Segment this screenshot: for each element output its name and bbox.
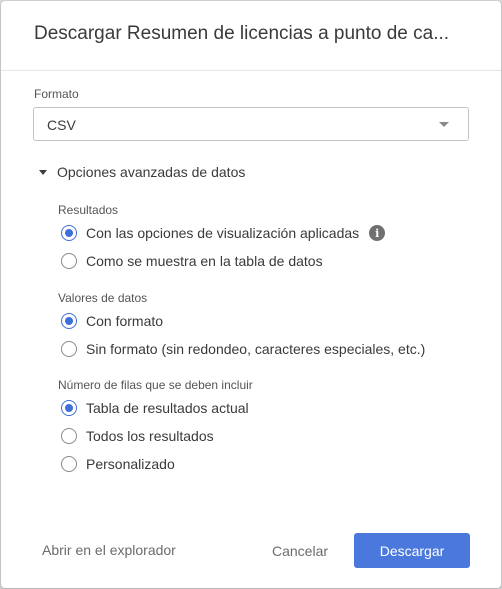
open-in-explorer-link[interactable]: Abrir en el explorador	[42, 542, 176, 558]
radio-button[interactable]	[61, 341, 77, 357]
radio-button[interactable]	[61, 456, 77, 472]
radio-label: Todos los resultados	[86, 428, 214, 444]
advanced-options-toggle[interactable]: Opciones avanzadas de datos	[39, 163, 245, 181]
radio-rows-current[interactable]: Tabla de resultados actual	[61, 399, 249, 417]
radio-button-checked[interactable]	[61, 313, 77, 329]
title-divider	[1, 70, 501, 71]
info-icon[interactable]: i	[369, 225, 386, 241]
rows-group-label: Número de filas que se deben incluir	[58, 378, 253, 392]
radio-label: Tabla de resultados actual	[86, 400, 249, 416]
radio-results-with-viz[interactable]: Con las opciones de visualización aplica…	[61, 224, 386, 242]
radio-label: Con las opciones de visualización aplica…	[86, 225, 360, 241]
advanced-options-label: Opciones avanzadas de datos	[57, 164, 246, 180]
radio-button[interactable]	[61, 428, 77, 444]
radio-label: Sin formato (sin redondeo, caracteres es…	[86, 341, 426, 357]
results-group-label: Resultados	[58, 203, 119, 217]
radio-values-formatted[interactable]: Con formato	[61, 312, 163, 330]
radio-button-checked[interactable]	[61, 225, 77, 241]
radio-rows-custom[interactable]: Personalizado	[61, 455, 175, 473]
radio-values-unformatted[interactable]: Sin formato (sin redondeo, caracteres es…	[61, 340, 425, 358]
radio-label: Personalizado	[86, 456, 175, 472]
format-label: Formato	[34, 87, 79, 101]
radio-results-as-table[interactable]: Como se muestra en la tabla de datos	[61, 252, 323, 270]
format-select[interactable]: CSV	[33, 107, 469, 141]
chevron-down-icon	[439, 122, 449, 127]
download-button[interactable]: Descargar	[354, 533, 470, 568]
download-dialog: Descargar Resumen de licencias a punto d…	[1, 1, 501, 588]
data-values-group-label: Valores de datos	[58, 291, 148, 305]
caret-down-icon	[39, 169, 47, 175]
radio-label: Como se muestra en la tabla de datos	[86, 253, 323, 269]
radio-button[interactable]	[61, 253, 77, 269]
format-select-value: CSV	[47, 117, 76, 133]
radio-button-checked[interactable]	[61, 400, 77, 416]
radio-label: Con formato	[86, 313, 164, 329]
cancel-button[interactable]: Cancelar	[263, 533, 337, 568]
dialog-title: Descargar Resumen de licencias a punto d…	[34, 23, 450, 44]
radio-rows-all[interactable]: Todos los resultados	[61, 427, 214, 445]
